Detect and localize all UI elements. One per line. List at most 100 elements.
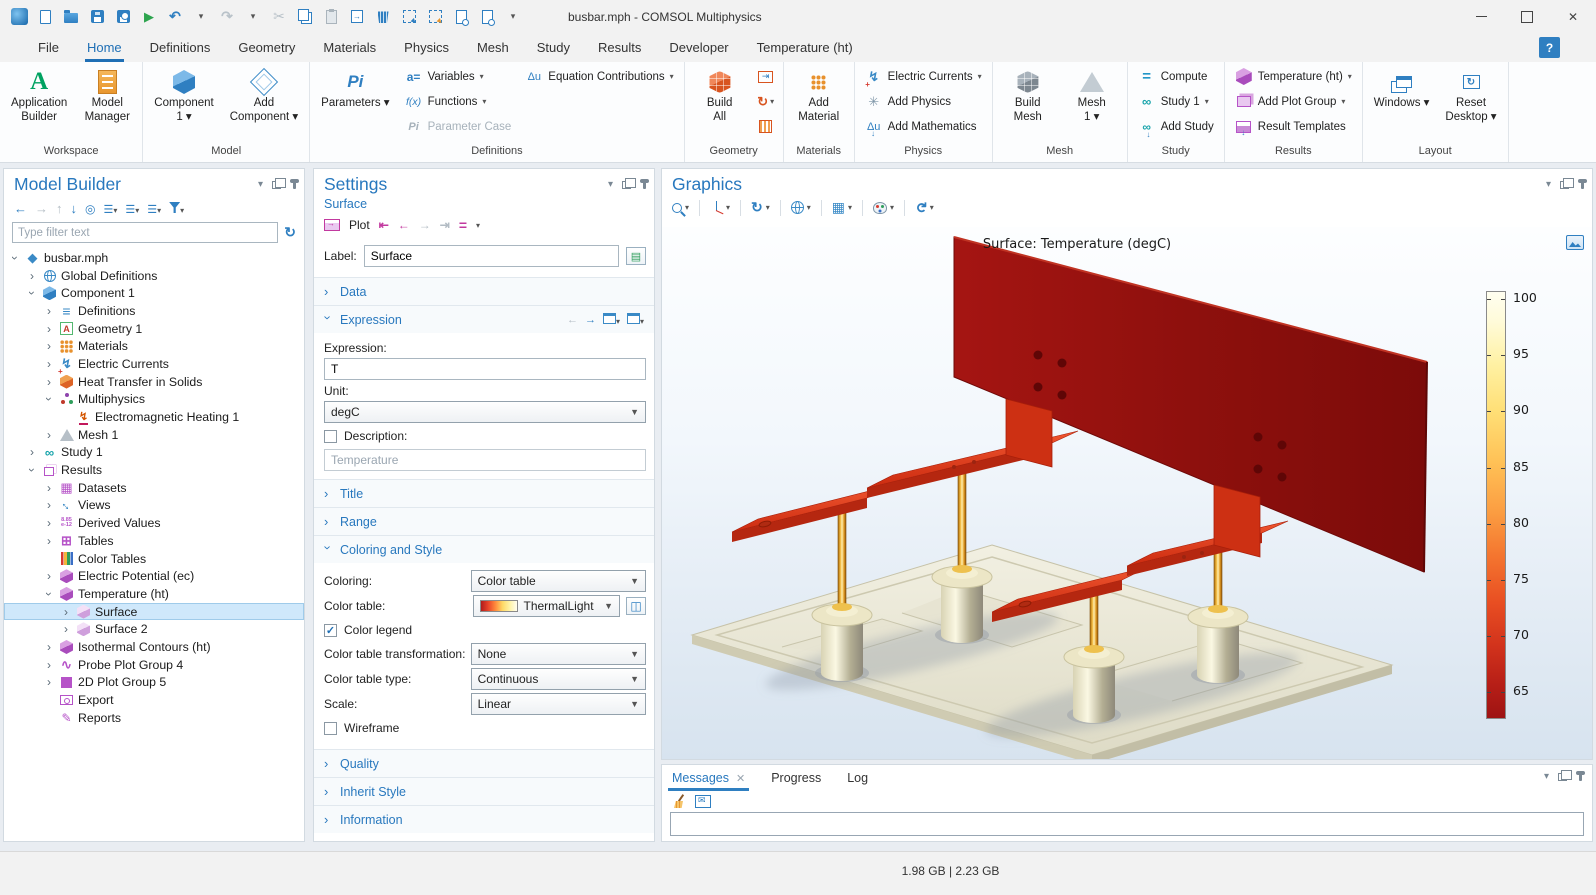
tree-item-multiphysics[interactable]: ›Multiphysics (4, 391, 304, 409)
last-plot-icon[interactable]: ⇥ (440, 218, 450, 232)
tree-item-color-tables[interactable]: Color Tables (4, 550, 304, 568)
model-manager-button[interactable]: Model Manager (76, 64, 138, 127)
expander-closed-icon[interactable]: › (43, 376, 55, 388)
tree-item-mesh-1[interactable]: ›Mesh 1 (4, 426, 304, 444)
float-panel-icon[interactable] (272, 181, 281, 189)
tree-item-heat-transfer-in-solids[interactable]: ›Heat Transfer in Solids (4, 373, 304, 391)
forward-arrow-icon[interactable]: → (35, 201, 48, 216)
section-data-header[interactable]: › Data (314, 278, 654, 305)
float-panel-icon[interactable] (1558, 773, 1567, 781)
clear-broom-icon[interactable] (672, 794, 686, 808)
label-input[interactable] (364, 245, 619, 267)
save-icon[interactable] (86, 5, 108, 29)
tree-item-component-1[interactable]: ›Component 1 (4, 284, 304, 302)
caret-down-icon[interactable] (242, 5, 264, 29)
tree-item-busbar-mph[interactable]: ›busbar.mph (4, 249, 304, 267)
add-material-button[interactable]: Add Material (788, 64, 850, 127)
expander-closed-icon[interactable]: › (43, 659, 55, 671)
caret-down-icon[interactable] (190, 5, 212, 29)
tree-item-surface[interactable]: ›Surface (4, 603, 304, 621)
filter-input[interactable] (12, 222, 278, 243)
equation-contributions-button[interactable]: Equation Contributions▾ (519, 64, 679, 89)
insert-expression-icon[interactable]: ▾ (603, 313, 620, 327)
section-quality-header[interactable]: › Quality (314, 750, 654, 777)
electric-currents-button[interactable]: Electric Currents▾ (859, 64, 988, 89)
scene-light-icon[interactable]: ▾ (873, 202, 894, 214)
tab-progress[interactable]: Progress (771, 765, 821, 791)
mesh-1-button[interactable]: Mesh 1 ▾ (1061, 64, 1123, 127)
description-checkbox[interactable] (324, 430, 337, 443)
color-legend-checkbox[interactable] (324, 624, 337, 637)
tree-item-study-1[interactable]: ›Study 1 (4, 444, 304, 462)
menu-definitions[interactable]: Definitions (136, 33, 225, 62)
color-table-select[interactable]: ThermalLight▼ (473, 595, 621, 617)
section-coloring-style-header[interactable]: › Coloring and Style (314, 536, 654, 563)
panel-menu-icon[interactable] (1544, 771, 1549, 782)
undo-icon[interactable] (164, 5, 186, 29)
zoom-icon[interactable]: ▾ (672, 203, 689, 213)
tree-item-results[interactable]: ›Results (4, 461, 304, 479)
expander-open-icon[interactable]: › (26, 287, 38, 299)
tree-item-electromagnetic-heating-1[interactable]: Electromagnetic Heating 1 (4, 408, 304, 426)
section-range-header[interactable]: › Range (314, 508, 654, 535)
tree-item-2d-plot-group-5[interactable]: ›2D Plot Group 5 (4, 674, 304, 692)
variables-button[interactable]: Variables▾ (399, 64, 518, 89)
previous-plot-icon[interactable]: ← (398, 218, 410, 232)
tree-item-export[interactable]: Export (4, 691, 304, 709)
import-geometry-button[interactable] (753, 64, 779, 89)
copy-icon[interactable] (294, 5, 316, 29)
tree-item-global-definitions[interactable]: ›Global Definitions (4, 267, 304, 285)
transformation-select[interactable]: None▼ (471, 643, 646, 665)
tree-item-electric-potential-ec[interactable]: ›Electric Potential (ec) (4, 567, 304, 585)
plot-controls-caret[interactable]: ▾ (476, 221, 480, 230)
panel-menu-icon[interactable] (608, 179, 613, 190)
section-information-header[interactable]: › Information (314, 806, 654, 833)
expander-closed-icon[interactable]: › (43, 305, 55, 317)
study-1-button[interactable]: Study 1▾ (1132, 89, 1220, 114)
image-snapshot-icon[interactable] (1566, 235, 1584, 250)
delete-icon[interactable] (372, 5, 394, 29)
tree-item-surface-2[interactable]: ›Surface 2 (4, 620, 304, 638)
section-inherit-style-header[interactable]: › Inherit Style (314, 778, 654, 805)
expander-closed-icon[interactable]: › (60, 623, 72, 635)
save-as-icon[interactable] (112, 5, 134, 29)
expander-closed-icon[interactable]: › (26, 270, 38, 282)
table-type-select[interactable]: Continuous▼ (471, 668, 646, 690)
reset-desktop-button[interactable]: Reset Desktop ▾ (1438, 64, 1503, 127)
expander-closed-icon[interactable]: › (43, 676, 55, 688)
expander-closed-icon[interactable]: › (43, 570, 55, 582)
tree-item-materials[interactable]: ›Materials (4, 337, 304, 355)
expand-tree-icon[interactable]: ▾ (103, 201, 117, 216)
plot-icon[interactable] (324, 219, 340, 231)
expander-closed-icon[interactable]: › (60, 606, 72, 618)
duplicate-icon[interactable] (346, 5, 368, 29)
messages-output-area[interactable] (670, 812, 1584, 836)
show-icon[interactable] (85, 202, 95, 216)
component-1-button[interactable]: Component 1 ▾ (147, 64, 220, 127)
open-folder-icon[interactable] (60, 5, 82, 29)
menu-results[interactable]: Results (584, 33, 655, 62)
app-logo-icon[interactable] (8, 5, 30, 29)
update-plot-icon[interactable]: ▾ (915, 199, 934, 216)
tree-item-tables[interactable]: ›Tables (4, 532, 304, 550)
overflow-caret-icon[interactable] (502, 5, 524, 29)
close-tab-icon[interactable]: ✕ (736, 772, 745, 785)
up-arrow-icon[interactable]: ↑ (56, 201, 63, 216)
pin-panel-icon[interactable] (293, 180, 296, 189)
redo-icon[interactable] (216, 5, 238, 29)
pin-panel-icon[interactable] (1581, 180, 1584, 189)
section-title-header[interactable]: › Title (314, 480, 654, 507)
expander-closed-icon[interactable]: › (26, 446, 38, 458)
expander-closed-icon[interactable]: › (43, 517, 55, 529)
expander-closed-icon[interactable]: › (43, 499, 55, 511)
windows-button[interactable]: Windows ▾ (1367, 64, 1437, 114)
back-arrow-icon[interactable]: ← (14, 201, 27, 216)
menu-physics[interactable]: Physics (390, 33, 463, 62)
expression-input[interactable] (324, 358, 646, 380)
axis-view-icon[interactable]: ▾ (710, 201, 730, 214)
tree-item-datasets[interactable]: ›Datasets (4, 479, 304, 497)
open-messages-icon[interactable] (695, 795, 711, 808)
tree-item-geometry-1[interactable]: ›Geometry 1 (4, 320, 304, 338)
compute-button[interactable]: Compute (1132, 64, 1220, 89)
temperature-ht-button[interactable]: Temperature (ht)▾ (1229, 64, 1358, 89)
